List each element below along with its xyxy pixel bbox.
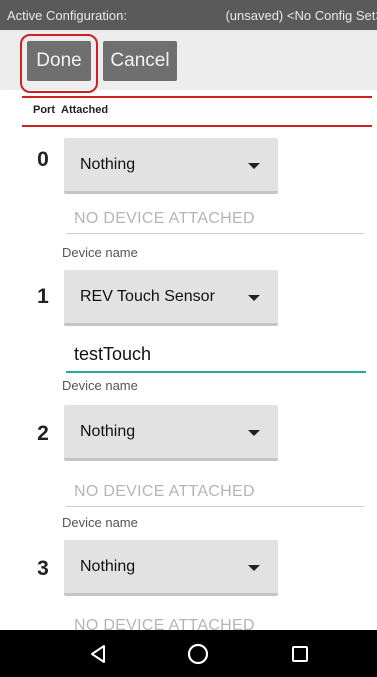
dropdown-arrow-icon <box>248 565 260 571</box>
port-2-status: NO DEVICE ATTACHED <box>74 483 255 500</box>
header-highlight-bottom-line <box>22 125 372 127</box>
device-name-label: Device name <box>62 515 138 530</box>
port-0-status: NO DEVICE ATTACHED <box>74 210 255 227</box>
dropdown-value: Nothing <box>80 155 136 173</box>
device-name-label: Device name <box>62 378 138 393</box>
divider <box>66 506 364 507</box>
config-status: (unsaved) <No Config Set> <box>225 7 377 23</box>
dropdown-value: Nothing <box>80 422 136 440</box>
active-config-label: Active Configuration: <box>7 7 127 23</box>
column-header: Port Attached <box>33 104 114 116</box>
dropdown-arrow-icon <box>248 430 260 436</box>
port-number: 3 <box>37 557 49 580</box>
dropdown-arrow-icon <box>248 295 260 301</box>
port-0-device-dropdown[interactable]: Nothing <box>64 138 278 194</box>
navigation-bar <box>0 630 377 677</box>
home-icon[interactable] <box>178 630 218 677</box>
dropdown-value: Nothing <box>80 557 136 575</box>
recents-icon[interactable] <box>280 630 320 677</box>
back-icon[interactable] <box>78 630 118 677</box>
port-column-header: Port <box>33 104 55 116</box>
toolbar: Done Cancel <box>0 30 377 90</box>
header-highlight-top-line <box>22 96 372 98</box>
port-number: 0 <box>37 148 49 171</box>
device-name-input[interactable]: testTouch <box>66 341 366 373</box>
cancel-button[interactable]: Cancel <box>103 41 177 81</box>
device-name-label: Device name <box>62 245 138 260</box>
port-number: 2 <box>37 422 49 445</box>
done-button[interactable]: Done <box>27 41 91 81</box>
dropdown-arrow-icon <box>248 163 260 169</box>
attached-column-header: Attached <box>61 104 109 116</box>
port-2-device-dropdown[interactable]: Nothing <box>64 405 278 461</box>
port-number: 1 <box>37 285 49 308</box>
status-bar: Active Configuration: (unsaved) <No Conf… <box>0 0 377 30</box>
port-3-device-dropdown[interactable]: Nothing <box>64 540 278 596</box>
dropdown-value: REV Touch Sensor <box>80 287 215 305</box>
divider <box>66 233 364 234</box>
port-1-device-dropdown[interactable]: REV Touch Sensor <box>64 270 278 326</box>
